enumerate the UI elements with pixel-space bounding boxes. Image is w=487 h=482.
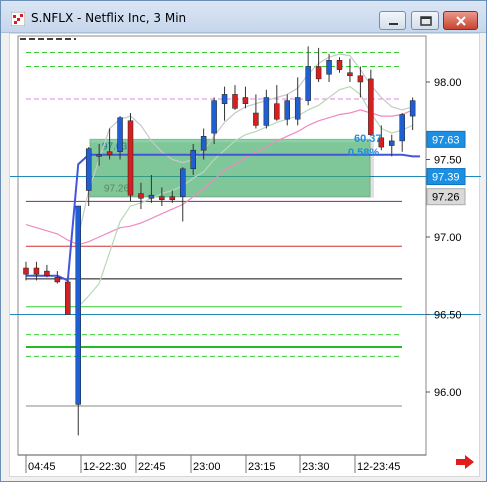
close-icon (456, 16, 466, 26)
x-tick-label: 04:45 (28, 461, 56, 473)
y-tick-label: 98.00 (434, 77, 462, 89)
candle-body (138, 193, 144, 199)
candle-body (263, 97, 270, 126)
close-button[interactable] (443, 11, 478, 30)
title-bar[interactable]: S.NFLX - Netflix Inc, 3 Min (1, 1, 486, 33)
x-tick-label: 12-22:30 (83, 461, 126, 473)
candle-body (23, 267, 29, 275)
candle-body (85, 148, 92, 191)
zone-bottom-label: 97.26 (104, 184, 129, 195)
candle-body (253, 112, 259, 126)
maximize-icon (420, 16, 432, 26)
candle-body (389, 140, 395, 146)
candle-body (211, 100, 217, 134)
candle-body (326, 60, 332, 75)
annotation-points: 60.37 (354, 133, 382, 145)
y-tick-label: 97.50 (434, 155, 462, 167)
minimize-button[interactable] (379, 11, 406, 30)
x-tick-label: 23:15 (248, 461, 276, 473)
candle-body (232, 94, 238, 109)
candle (65, 280, 71, 315)
candle-body (294, 97, 301, 120)
candle-body (33, 267, 40, 275)
y-tick-label: 96.50 (434, 310, 462, 322)
x-tick-label: 12-23:45 (357, 461, 400, 473)
candle-body (169, 196, 176, 201)
maximize-button[interactable] (411, 11, 439, 30)
window-title: S.NFLX - Netflix Inc, 3 Min (31, 11, 187, 25)
candle-body (65, 281, 71, 315)
red-arrow-right-icon (456, 455, 474, 469)
candle-body (54, 277, 61, 283)
candle-body (180, 168, 186, 197)
candle-body (221, 94, 228, 104)
candle-body (106, 151, 113, 156)
price-label: 97.26 (432, 192, 460, 204)
candle-body (148, 194, 155, 199)
y-tick-label: 97.00 (434, 232, 462, 244)
candle-body (200, 136, 207, 151)
candle (368, 69, 374, 137)
candle-body (274, 103, 280, 120)
candle-body (117, 117, 123, 152)
chart-area[interactable]: 97.63 97.26 60.37 0.58% 98.00 97.50 97.00 96.50… (9, 33, 481, 478)
zone-top-label: 97.63 (102, 141, 127, 152)
price-chart[interactable]: 97.63 97.26 60.37 0.58% 98.00 97.50 97.00 96.50… (10, 34, 481, 478)
candle-body (347, 72, 353, 77)
y-tick-label: 96.00 (434, 387, 462, 399)
candle-body (368, 78, 374, 135)
scroll-right-button[interactable] (453, 449, 479, 475)
candle-body (242, 97, 249, 104)
candle-body (44, 270, 50, 277)
x-tick-label: 22:45 (138, 461, 166, 473)
price-label: 97.63 (432, 134, 460, 146)
chart-app-icon[interactable] (10, 11, 26, 27)
candle-body (357, 75, 364, 83)
candle-body (127, 120, 134, 196)
candle (75, 205, 81, 436)
candle-body (284, 100, 290, 120)
minimize-icon (389, 23, 398, 25)
x-tick-label: 23:00 (193, 461, 221, 473)
candle-body (336, 60, 343, 70)
candle-body (315, 66, 322, 80)
chart-window: S.NFLX - Netflix Inc, 3 Min 97.63 97.26 60… (0, 0, 487, 482)
candle-body (190, 149, 196, 170)
candle-body (409, 100, 416, 117)
price-label: 97.39 (432, 172, 460, 184)
candle-body (305, 66, 311, 101)
annotation-percent: 0.58% (348, 147, 379, 159)
candle-body (159, 196, 165, 201)
candle-body (96, 154, 102, 157)
candle (127, 113, 134, 202)
x-tick-label: 23:30 (302, 461, 330, 473)
candle-body (399, 114, 405, 142)
candle-body (75, 205, 81, 405)
